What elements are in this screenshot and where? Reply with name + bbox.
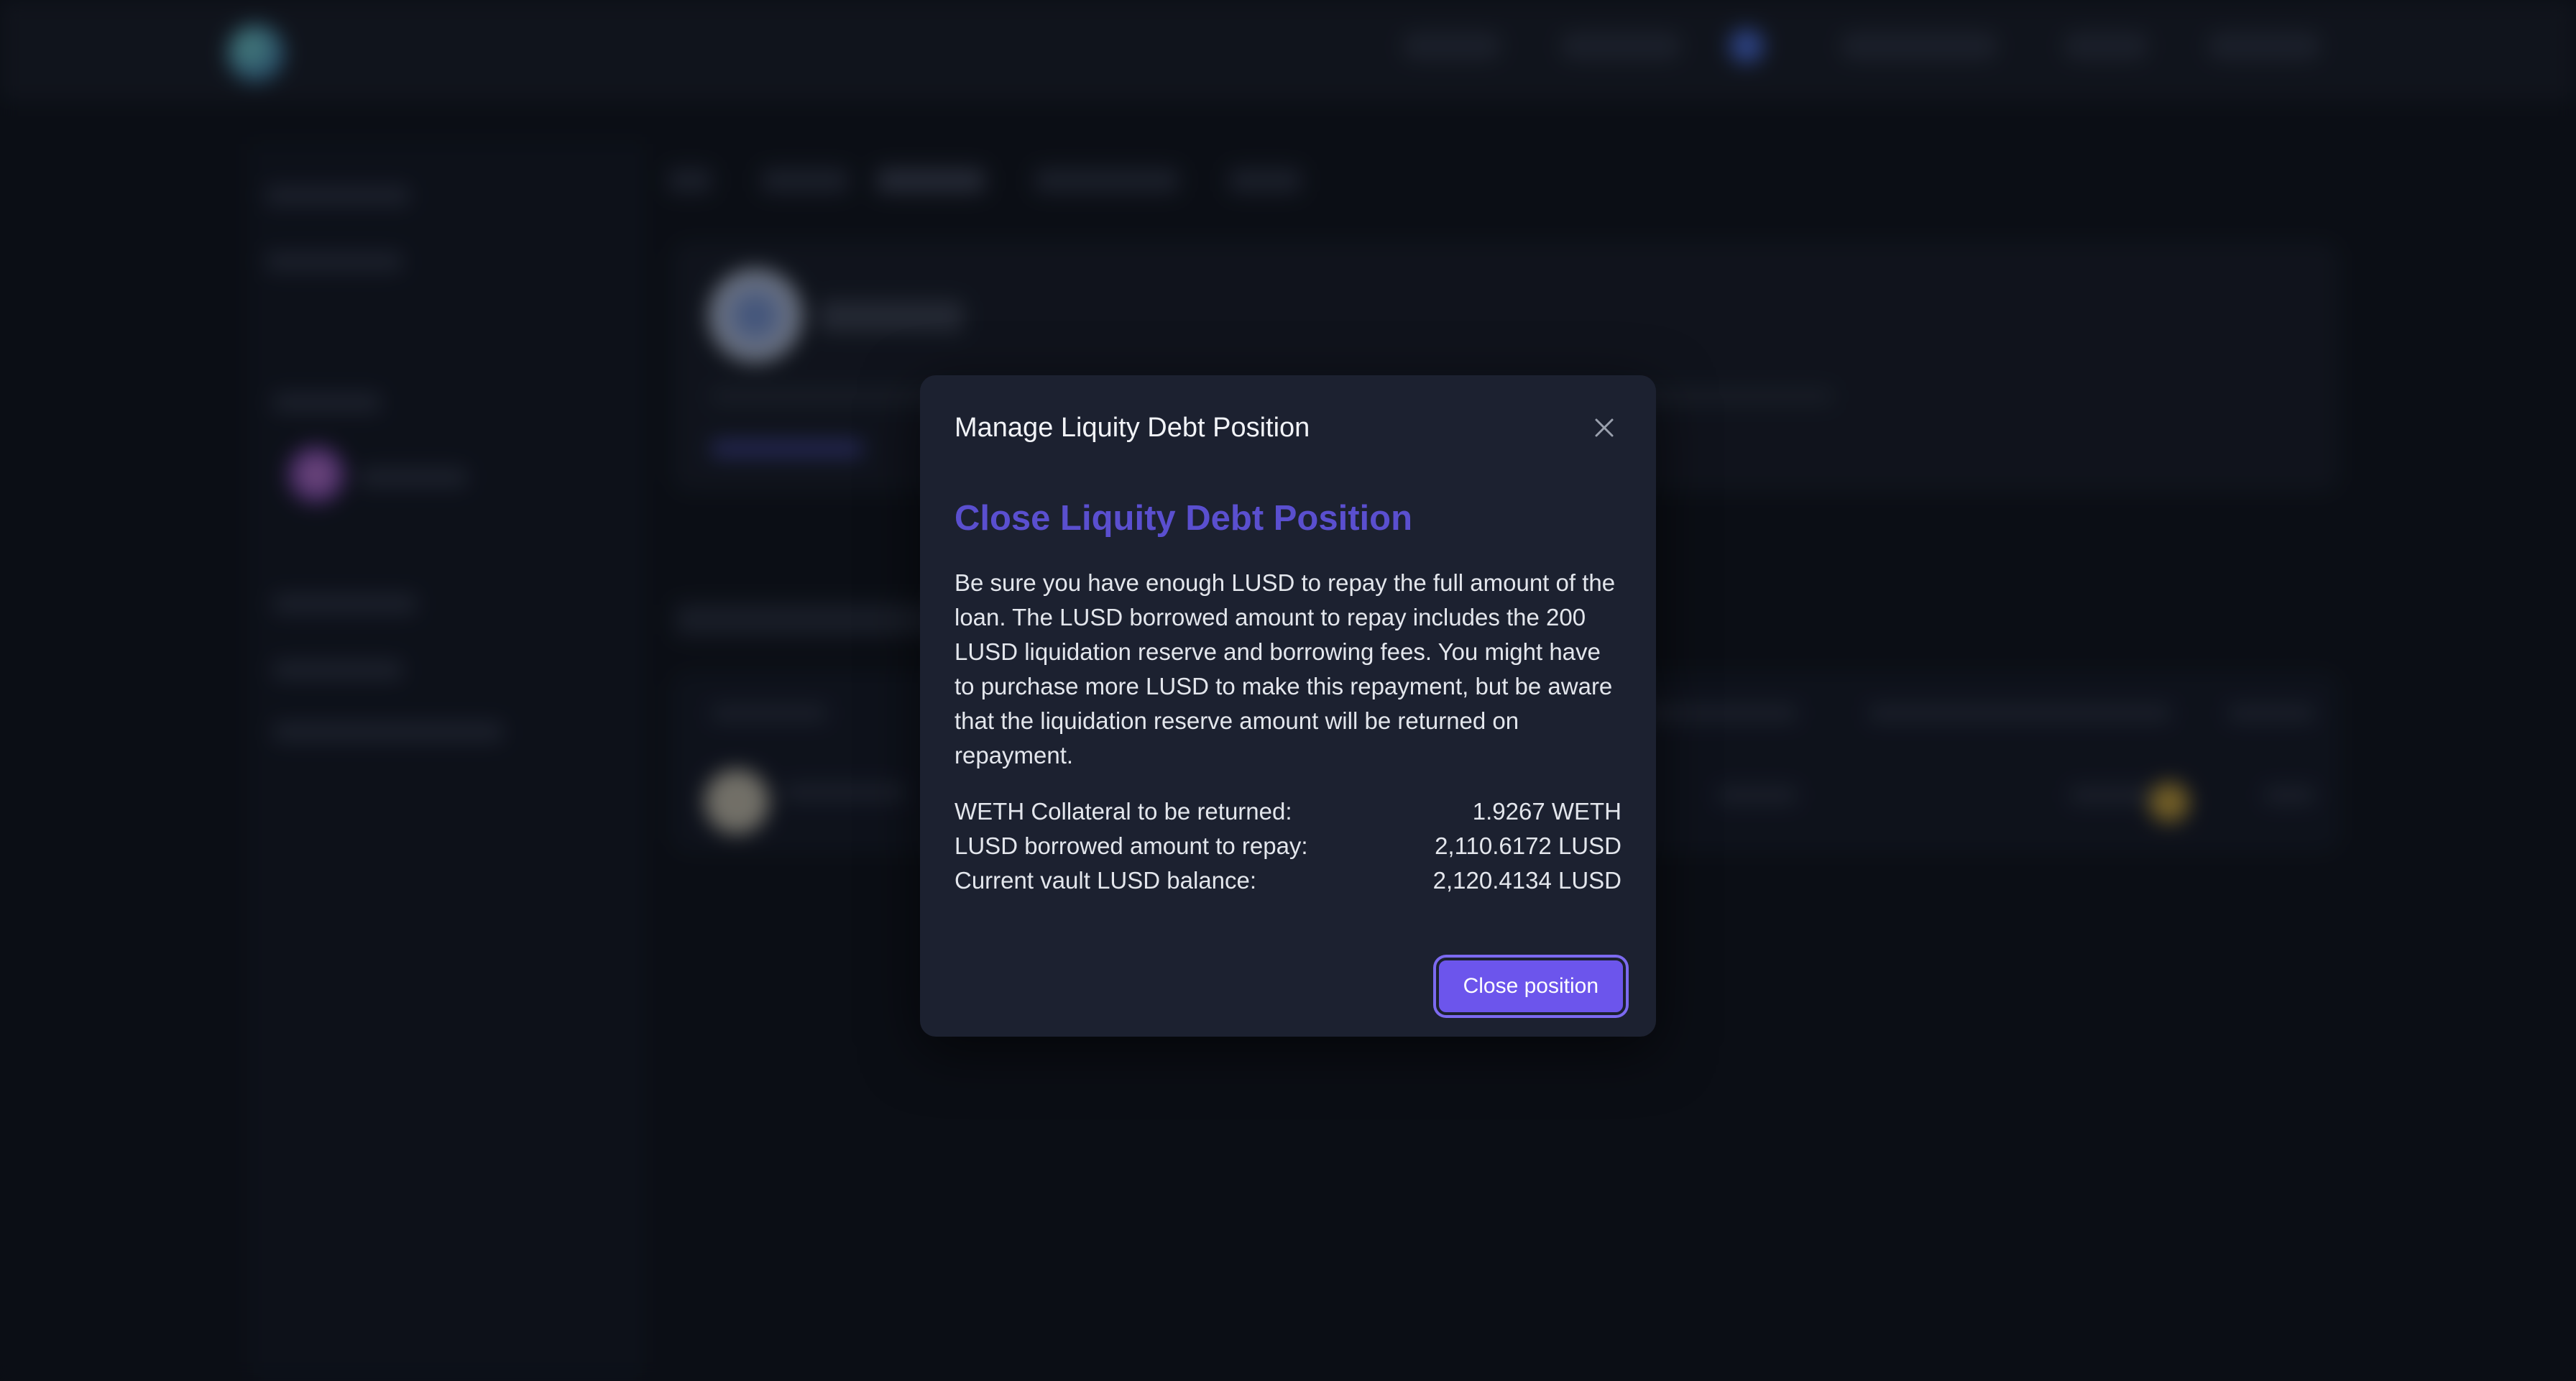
info-label: LUSD borrowed amount to repay:	[954, 832, 1308, 859]
info-value: 1.9267 WETH	[1472, 797, 1622, 825]
close-position-heading: Close Liquity Debt Position	[954, 499, 1413, 538]
repayment-description: Be sure you have enough LUSD to repay th…	[954, 569, 1616, 769]
info-row-balance: Current vault LUSD balance: 2,120.4134 L…	[954, 863, 1622, 898]
info-row-borrowed: LUSD borrowed amount to repay: 2,110.617…	[954, 829, 1622, 863]
info-label: Current vault LUSD balance:	[954, 866, 1257, 894]
manage-debt-position-modal: Manage Liquity Debt Position Close Liqui…	[920, 375, 1656, 1037]
info-value: 2,120.4134 LUSD	[1432, 866, 1622, 894]
close-icon[interactable]	[1587, 410, 1622, 445]
info-row-collateral: WETH Collateral to be returned: 1.9267 W…	[954, 794, 1622, 829]
close-position-button[interactable]: Close position	[1435, 958, 1626, 1015]
modal-title: Manage Liquity Debt Position	[954, 412, 1310, 443]
info-value: 2,110.6172 LUSD	[1435, 832, 1622, 859]
info-label: WETH Collateral to be returned:	[954, 797, 1292, 825]
modal-body: Close Liquity Debt Position Be sure you …	[954, 497, 1622, 898]
modal-header: Manage Liquity Debt Position	[954, 403, 1622, 453]
modal-footer: Close position	[1435, 958, 1626, 1015]
